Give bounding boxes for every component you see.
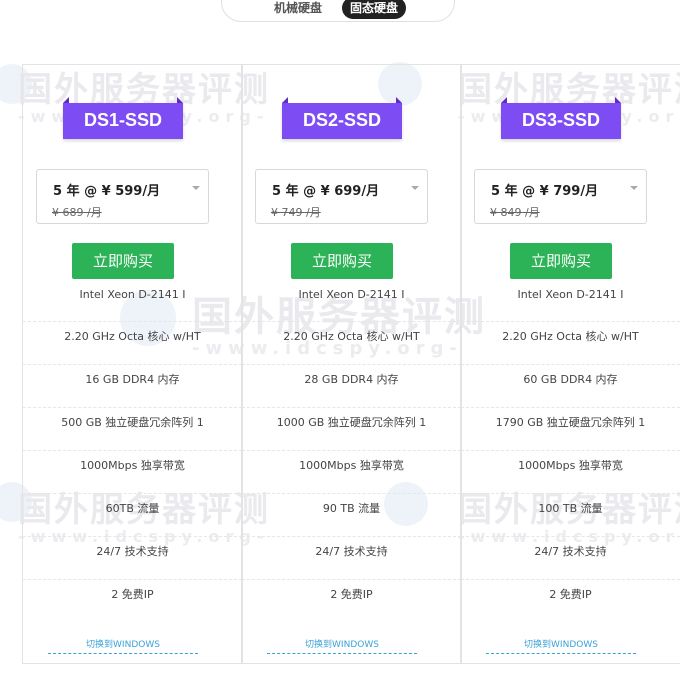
term-price: 5 年 @ ¥ 699/月 (272, 184, 380, 199)
term-select[interactable]: 5 年 @ ¥ 699/月 ¥ 749 /月 (255, 169, 428, 224)
original-price: ¥ 749 /月 (271, 206, 321, 219)
original-price: ¥ 849 /月 (490, 206, 540, 219)
buy-now-button[interactable]: 立即购买 (291, 243, 393, 279)
term-price: 5 年 @ ¥ 599/月 (53, 184, 161, 199)
toggle-ssd[interactable]: 固态硬盘 (342, 0, 407, 19)
term-price: 5 年 @ ¥ 799/月 (491, 184, 599, 199)
chevron-down-icon (192, 186, 200, 190)
spec-ip: 2 免费IP (330, 588, 373, 601)
spec-memory: 16 GB DDR4 内存 (23, 365, 242, 408)
spec-cpu: Intel Xeon D-2141 I (23, 287, 242, 322)
spec-support: 24/7 技术支持 (461, 537, 680, 580)
switch-windows-link[interactable]: 切换到WINDOWS (48, 637, 198, 654)
original-price: ¥ 689 /月 (52, 206, 102, 219)
spec-ip: 2 免费IP (549, 588, 592, 601)
buy-now-button[interactable]: 立即购买 (72, 243, 174, 279)
plan-name-ribbon: DS2-SSD (282, 97, 402, 139)
buy-now-button[interactable]: 立即购买 (510, 243, 612, 279)
spec-cpu: Intel Xeon D-2141 I (461, 287, 680, 322)
plan-card-ds2: DS2-SSD 5 年 @ ¥ 699/月 ¥ 749 /月 立即购买 Inte… (241, 64, 462, 664)
disk-type-toggle: 机械硬盘 固态硬盘 (221, 0, 455, 22)
spec-clock: 2.20 GHz Octa 核心 w/HT (23, 322, 242, 365)
spec-storage: 1790 GB 独立硬盘冗余阵列 1 (461, 408, 680, 451)
spec-cpu: Intel Xeon D-2141 I (242, 287, 461, 322)
plan-name-ribbon: DS3-SSD (501, 97, 621, 139)
spec-storage: 1000 GB 独立硬盘冗余阵列 1 (242, 408, 461, 451)
term-select[interactable]: 5 年 @ ¥ 799/月 ¥ 849 /月 (474, 169, 647, 224)
toggle-hdd[interactable]: 机械硬盘 (266, 0, 330, 19)
chevron-down-icon (630, 186, 638, 190)
spec-storage: 500 GB 独立硬盘冗余阵列 1 (23, 408, 242, 451)
spec-bandwidth: 1000Mbps 独享带宽 (461, 451, 680, 494)
term-select[interactable]: 5 年 @ ¥ 599/月 ¥ 689 /月 (36, 169, 209, 224)
spec-bandwidth: 1000Mbps 独享带宽 (242, 451, 461, 494)
switch-windows-link[interactable]: 切换到WINDOWS (267, 637, 417, 654)
switch-windows-link[interactable]: 切换到WINDOWS (486, 637, 636, 654)
spec-ip: 2 免费IP (111, 588, 154, 601)
chevron-down-icon (411, 186, 419, 190)
spec-bandwidth: 1000Mbps 独享带宽 (23, 451, 242, 494)
spec-memory: 28 GB DDR4 内存 (242, 365, 461, 408)
spec-clock: 2.20 GHz Octa 核心 w/HT (461, 322, 680, 365)
spec-traffic: 100 TB 流量 (461, 494, 680, 537)
spec-clock: 2.20 GHz Octa 核心 w/HT (242, 322, 461, 365)
spec-list: Intel Xeon D-2141 I 2.20 GHz Octa 核心 w/H… (461, 287, 680, 623)
spec-traffic: 90 TB 流量 (242, 494, 461, 537)
plan-card-ds1: DS1-SSD 5 年 @ ¥ 599/月 ¥ 689 /月 立即购买 Inte… (22, 64, 243, 664)
spec-list: Intel Xeon D-2141 I 2.20 GHz Octa 核心 w/H… (23, 287, 242, 623)
plan-card-ds3: DS3-SSD 5 年 @ ¥ 799/月 ¥ 849 /月 立即购买 Inte… (460, 64, 680, 664)
spec-memory: 60 GB DDR4 内存 (461, 365, 680, 408)
spec-support: 24/7 技术支持 (242, 537, 461, 580)
plan-name-ribbon: DS1-SSD (63, 97, 183, 139)
spec-support: 24/7 技术支持 (23, 537, 242, 580)
spec-list: Intel Xeon D-2141 I 2.20 GHz Octa 核心 w/H… (242, 287, 461, 623)
spec-traffic: 60TB 流量 (23, 494, 242, 537)
